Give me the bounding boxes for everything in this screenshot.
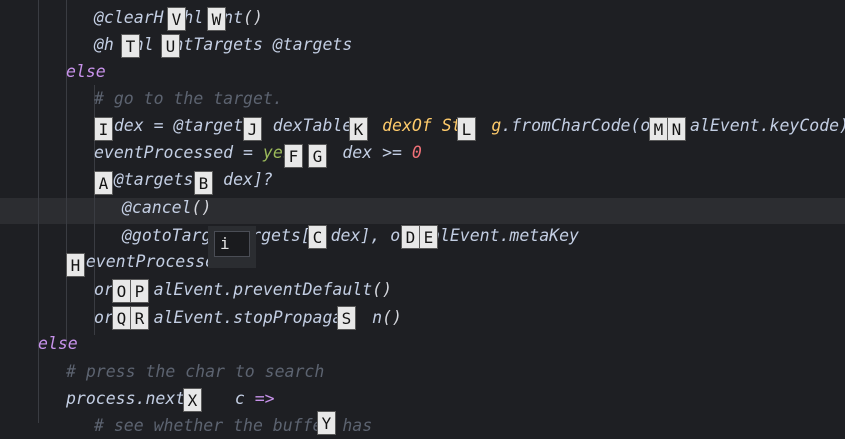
code-line: @cancel() [122,194,211,221]
hint-marker[interactable]: E [419,225,438,249]
code-token: eventProcessed = [94,143,263,162]
hint-marker[interactable]: A [94,171,113,195]
code-line: # go to the target. [94,85,283,112]
code-token: else [66,62,106,81]
code-token: () [191,198,212,217]
hint-marker[interactable]: P [130,279,149,303]
hint-marker[interactable]: Y [317,411,336,435]
code-line: else [66,58,106,85]
hint-marker[interactable]: O [112,279,131,303]
code-token: @targets[ dex]? [94,170,273,189]
hint-marker[interactable]: N [667,117,686,141]
code-line: @gotoTarg argets[ dex], or alEvent.metaK… [122,222,579,249]
code-token: # press the char to search [66,362,325,381]
hint-marker[interactable]: F [284,144,303,168]
code-line: process.nextT c => [66,385,275,412]
code-token: dex = @targets dexTable. [94,116,383,135]
indent-guide [38,0,39,423]
hint-marker[interactable]: K [349,117,368,141]
hint-marker[interactable]: T [121,34,140,58]
code-token: () [372,280,393,299]
hint-marker[interactable]: I [94,117,113,141]
indent-guide [66,0,67,345]
hint-marker[interactable]: J [243,117,262,141]
hint-marker[interactable]: D [401,225,420,249]
hint-marker[interactable]: Q [112,306,131,330]
code-token: @clearH [94,8,164,27]
hint-popup[interactable]: i [208,226,256,268]
code-token: 0 [411,143,422,162]
code-token: else [38,334,78,353]
hint-marker[interactable]: H [66,253,85,277]
hint-marker[interactable]: V [167,7,186,31]
code-token: () [382,308,402,327]
code-editor[interactable]: @clearH hl nt() @h hl ntTargets @targets e… [0,0,845,435]
hint-marker[interactable]: G [308,144,327,168]
hint-marker[interactable]: M [649,117,668,141]
code-line: # press the char to search [66,358,324,385]
code-token: => [254,389,275,408]
code-token: # go to the target. [94,89,283,108]
code-token: dexOf Str g [382,116,502,135]
code-line: @targets[ dex]? [94,166,273,193]
code-line: eventProcessed = yes dex >= 0 [94,139,422,166]
hint-marker[interactable]: R [130,306,149,330]
hint-marker[interactable]: X [183,388,202,412]
code-line: eventProcesse [66,248,215,275]
hint-input[interactable]: i [214,231,250,257]
code-token: process.nextT c [66,389,255,408]
code-line: else [38,330,78,357]
hint-marker[interactable]: L [457,117,476,141]
hint-marker[interactable]: W [207,7,226,31]
code-token: nt [223,8,244,27]
hint-marker[interactable]: B [194,171,213,195]
hint-marker[interactable]: S [337,306,356,330]
code-token: @cancel [122,198,192,217]
code-token: hl [183,8,204,27]
code-token: eventProcesse [66,252,216,271]
hint-marker[interactable]: C [308,225,327,249]
code-token: @gotoTarg [122,226,212,245]
hint-marker[interactable]: U [161,34,180,58]
code-token: () [243,8,263,27]
